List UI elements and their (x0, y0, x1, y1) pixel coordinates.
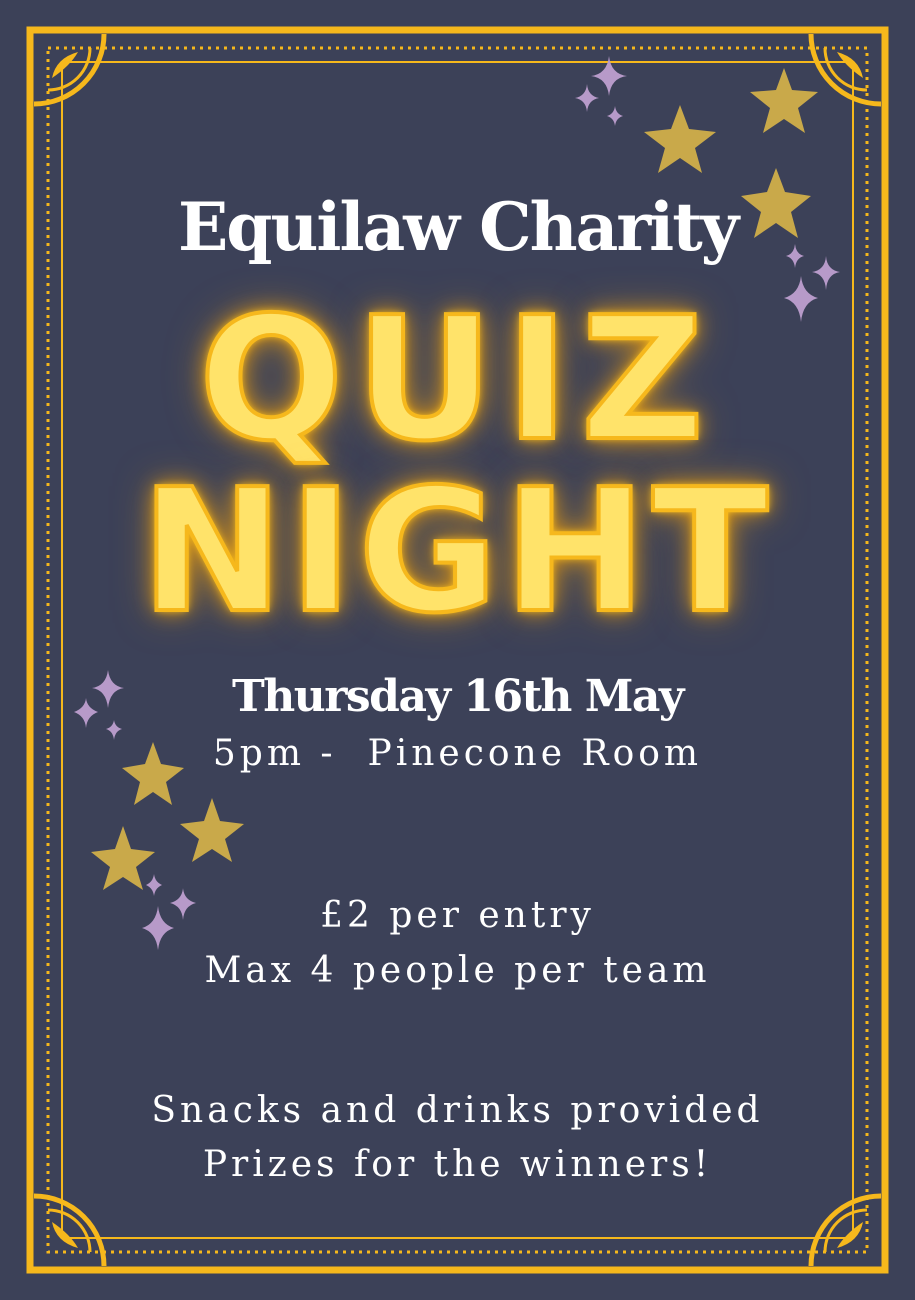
quiz-night-poster: Equilaw Charity QUIZ NIGHT Thursday 16th… (0, 0, 915, 1300)
corner-ornament-icon (33, 1193, 107, 1267)
title-night: NIGHT (139, 453, 775, 651)
prizes-note: Prizes for the winners! (202, 1144, 713, 1185)
refreshments-note: Snacks and drinks provided (151, 1090, 764, 1131)
gold-star-icon (180, 798, 244, 862)
corner-ornament-icon (33, 33, 107, 107)
corner-ornament-icon (808, 1193, 882, 1267)
event-time-location: 5pm - Pinecone Room (212, 733, 703, 774)
gold-star-icon (91, 826, 155, 890)
gold-star-icon (644, 105, 716, 173)
sparkle-icon (575, 84, 599, 112)
team-size: Max 4 people per team (204, 950, 711, 991)
corner-ornament-icon (808, 33, 882, 107)
gold-star-icon (750, 68, 818, 133)
event-date: Thursday 16th May (232, 671, 684, 722)
title-quiz: QUIZ (197, 281, 717, 479)
sparkle-icon (146, 874, 162, 896)
entry-fee: £2 per entry (320, 895, 595, 936)
organiser-heading: Equilaw Charity (177, 188, 739, 266)
sparkle-icon (607, 106, 623, 126)
